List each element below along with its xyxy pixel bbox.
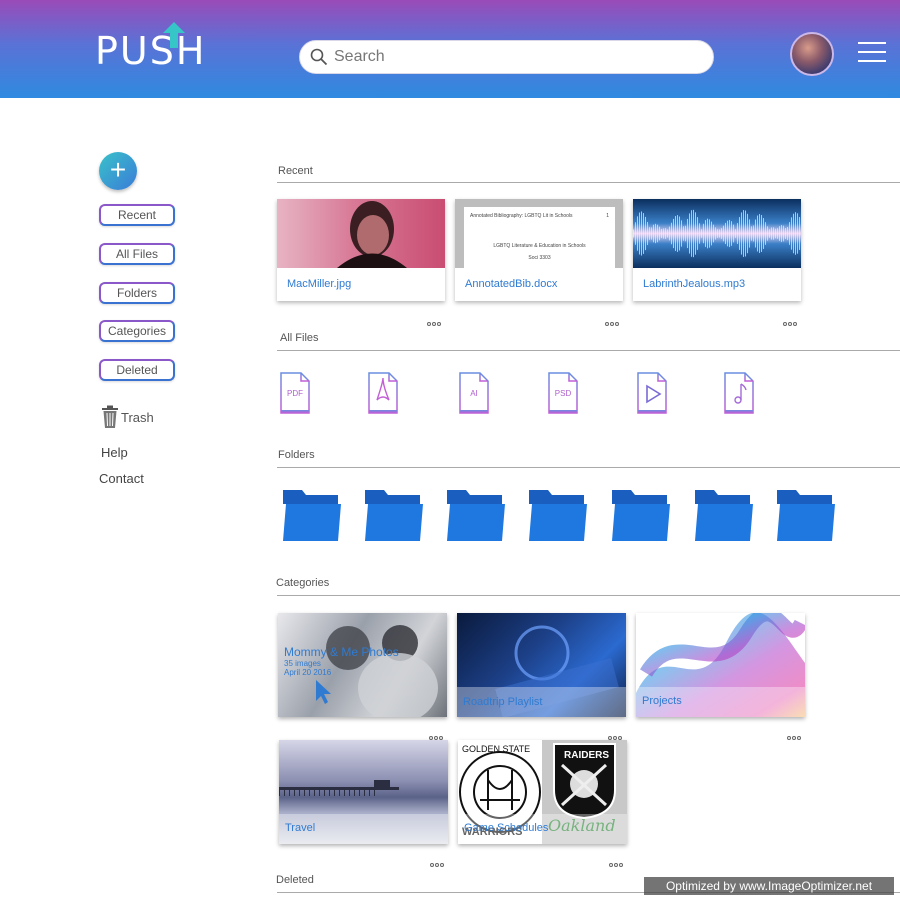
file-type-label: PSD <box>554 389 572 398</box>
psd-file-icon[interactable]: PSD <box>547 372 579 414</box>
sidebar-item-all-files[interactable]: All Files <box>99 243 175 265</box>
audio-file-icon[interactable] <box>723 372 755 414</box>
search-input[interactable] <box>334 48 694 66</box>
file-name: AnnotatedBib.docx <box>465 278 558 290</box>
section-divider <box>277 350 900 351</box>
more-dots-icon[interactable] <box>429 727 447 740</box>
sidebar-item-recent[interactable]: Recent <box>99 204 175 226</box>
pdf-file-icon[interactable]: PDF <box>279 372 311 414</box>
search-bar[interactable] <box>299 40 714 74</box>
photo-thumbnail <box>277 199 445 268</box>
app-header: PUSH <box>0 0 900 98</box>
folder-icon[interactable] <box>528 488 588 542</box>
more-dots-icon[interactable] <box>608 727 626 740</box>
more-dots-icon[interactable] <box>787 727 805 740</box>
category-card[interactable]: Projects <box>636 613 805 717</box>
more-dots-icon[interactable] <box>609 854 627 867</box>
logo[interactable]: PUSH <box>95 22 204 74</box>
folder-icon[interactable] <box>694 488 754 542</box>
section-title-all-files: All Files <box>280 332 319 344</box>
contact-link[interactable]: Contact <box>99 471 144 486</box>
hamburger-menu-icon[interactable] <box>858 42 886 64</box>
sidebar-item-folders[interactable]: Folders <box>99 282 175 304</box>
sidebar-item-deleted[interactable]: Deleted <box>99 359 175 381</box>
category-count: 35 images <box>284 659 321 668</box>
section-title-categories: Categories <box>276 577 330 589</box>
category-card[interactable]: GOLDEN STATE WARRIORS RAIDERS Oakland Ga… <box>458 740 627 844</box>
video-file-icon[interactable] <box>636 372 668 414</box>
doc-title: LGBTQ Literature & Education in Schools <box>493 243 586 249</box>
folder-icon[interactable] <box>282 488 342 542</box>
category-date: April 20 2016 <box>284 668 332 677</box>
folder-icon[interactable] <box>446 488 506 542</box>
more-dots-icon[interactable] <box>605 313 623 326</box>
acrobat-file-icon[interactable] <box>367 372 399 414</box>
recent-file-card[interactable]: LabrinthJealous.mp3 <box>633 199 801 301</box>
section-title-folders: Folders <box>278 449 315 461</box>
folder-icon[interactable] <box>776 488 836 542</box>
category-card[interactable]: Travel <box>279 740 448 844</box>
file-name: MacMiller.jpg <box>287 278 352 290</box>
sidebar-item-categories[interactable]: Categories <box>99 320 175 342</box>
recent-file-card[interactable]: MacMiller.jpg <box>277 199 445 301</box>
category-title: Game Schedules <box>464 822 549 834</box>
category-title: Mommy & Me Photos <box>284 645 399 659</box>
file-name: LabrinthJealous.mp3 <box>643 278 746 290</box>
help-link[interactable]: Help <box>101 445 128 460</box>
section-divider <box>277 595 900 596</box>
file-type-label: PDF <box>287 389 303 398</box>
avatar[interactable] <box>790 32 834 76</box>
category-card[interactable]: Roadtrip Playlist <box>457 613 626 717</box>
sidebar-item-trash[interactable]: Trash <box>101 405 154 429</box>
team-right-top: RAIDERS <box>564 750 610 761</box>
ai-file-icon[interactable]: AI <box>458 372 490 414</box>
document-thumbnail: Annotated Bibliography: LGBTQ Lit in Sch… <box>455 199 623 268</box>
more-dots-icon[interactable] <box>430 854 448 867</box>
logo-arrow-icon <box>163 22 185 48</box>
doc-page: 1 <box>606 213 609 219</box>
page: PUSH + Recent All Files Folders Categori… <box>0 0 900 900</box>
section-divider <box>277 467 900 468</box>
category-title: Travel <box>285 822 316 834</box>
audio-waveform-thumbnail <box>633 199 801 268</box>
doc-header: Annotated Bibliography: LGBTQ Lit in Sch… <box>470 213 573 219</box>
trash-label: Trash <box>121 409 154 425</box>
category-card[interactable]: Mommy & Me Photos 35 images April 20 201… <box>278 613 447 717</box>
category-title: Projects <box>642 695 682 707</box>
logo-text: PUSH <box>95 29 207 73</box>
watermark: Optimized by www.ImageOptimizer.net <box>644 877 894 895</box>
cursor-icon <box>316 680 331 704</box>
doc-subtitle: Soci 3303 <box>528 255 551 261</box>
recent-file-card[interactable]: Annotated Bibliography: LGBTQ Lit in Sch… <box>455 199 623 301</box>
add-button[interactable]: + <box>99 152 137 190</box>
category-title: Roadtrip Playlist <box>463 696 543 708</box>
search-icon <box>310 48 328 66</box>
trash-icon <box>102 405 118 428</box>
more-dots-icon[interactable] <box>783 313 801 326</box>
more-dots-icon[interactable] <box>427 313 445 326</box>
section-title-recent: Recent <box>278 165 313 177</box>
folder-icon[interactable] <box>611 488 671 542</box>
team-left-top: GOLDEN STATE <box>462 744 531 754</box>
folder-icon[interactable] <box>364 488 424 542</box>
section-divider <box>277 182 900 183</box>
file-type-label: AI <box>470 389 478 398</box>
section-title-deleted: Deleted <box>276 874 314 886</box>
